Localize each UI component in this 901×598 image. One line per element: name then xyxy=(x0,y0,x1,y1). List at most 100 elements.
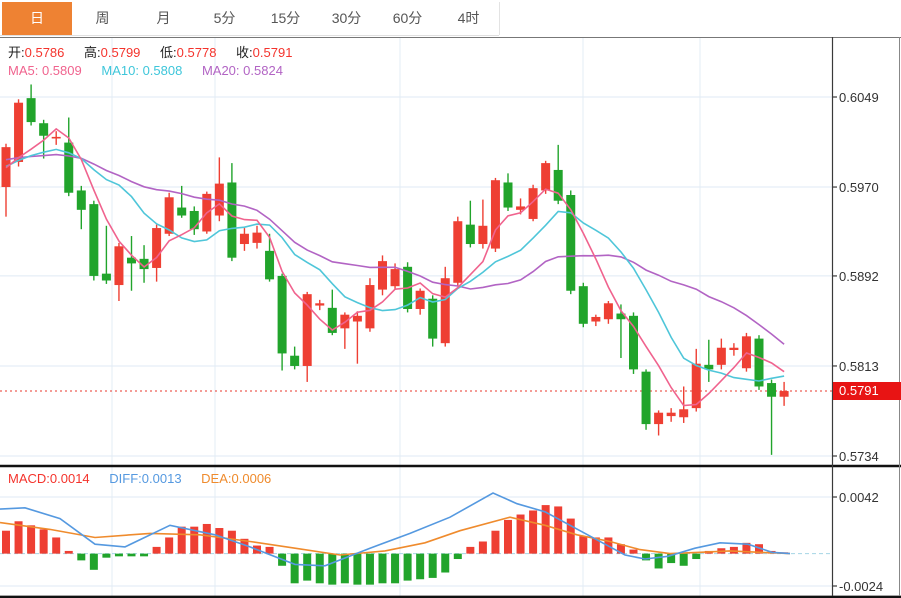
candle-body xyxy=(779,391,789,397)
macd-readout: MACD:0.0014 DIFF:0.0013 DEA:0.0006 xyxy=(8,471,271,486)
price-axis-label: 0.6049 xyxy=(839,90,879,105)
macd-bar xyxy=(152,546,161,554)
candle-body xyxy=(478,225,488,245)
macd-bar xyxy=(102,553,111,558)
candle-body xyxy=(378,261,387,290)
dea-line xyxy=(0,516,791,556)
macd-bar xyxy=(127,553,136,557)
ohlc-readout: 开:0.5786 高:0.5799 低:0.5778 收:0.5791 xyxy=(8,42,292,61)
candle-body xyxy=(541,163,551,191)
price-axis-label: 0.5970 xyxy=(839,180,879,195)
macd-bar xyxy=(403,553,412,581)
macd-bar xyxy=(290,553,299,584)
candle-body xyxy=(189,210,199,230)
macd-bar xyxy=(77,553,86,561)
macd-bar xyxy=(428,553,437,578)
open-label: 开: xyxy=(8,45,25,60)
macd-bar xyxy=(64,550,73,554)
ma20-label: MA20: xyxy=(201,63,240,78)
candle-body xyxy=(265,250,275,280)
candle-body xyxy=(101,273,111,281)
macd-bar xyxy=(629,549,638,554)
candle-body xyxy=(666,412,676,417)
ma-readout: MA5: 0.5809 MA10: 0.5808 MA20: 0.5824 xyxy=(8,63,283,78)
candle-body xyxy=(14,102,24,162)
macd-bar xyxy=(478,541,487,554)
ma20-value: 0.5824 xyxy=(243,63,283,78)
ma10-label: MA10: xyxy=(101,63,139,78)
candle-body xyxy=(89,204,99,276)
candle-body xyxy=(716,347,726,365)
macd-label: MACD: xyxy=(8,471,50,486)
macd-bar xyxy=(692,553,701,560)
price-axis-label: 0.5734 xyxy=(839,449,879,464)
diff-label: DIFF: xyxy=(109,471,142,486)
macd-bar xyxy=(165,537,174,554)
macd-bar xyxy=(27,525,36,554)
macd-bar xyxy=(491,530,500,554)
current-price-badge: 0.5791 xyxy=(833,382,901,400)
candle-body xyxy=(51,136,61,139)
candle-body xyxy=(603,303,613,320)
macd-bar xyxy=(177,526,186,554)
macd-bar xyxy=(52,537,61,554)
candle-body xyxy=(679,409,689,418)
macd-bar xyxy=(378,553,387,584)
high-label: 高: xyxy=(84,45,101,60)
candle-body xyxy=(390,269,400,287)
price-axis-label: 0.5813 xyxy=(839,359,879,374)
candle-body xyxy=(177,207,187,216)
trading-chart-window: 日 周 月 5分 15分 30分 60分 4时 开:0.5786 高:0.579… xyxy=(0,0,901,598)
macd-bar xyxy=(89,553,98,570)
macd-bar xyxy=(328,553,337,585)
candle-body xyxy=(76,190,86,210)
candle-body xyxy=(578,286,588,324)
macd-bar xyxy=(391,553,400,584)
macd-bar xyxy=(679,553,688,566)
macd-bar xyxy=(202,523,211,554)
candle-body xyxy=(227,182,237,258)
ma5-label: MA5: xyxy=(8,63,39,78)
open-value: 0.5786 xyxy=(24,45,65,60)
diff-value: 0.0013 xyxy=(141,471,182,486)
candle-body xyxy=(629,315,638,370)
close-label: 收: xyxy=(236,45,253,60)
macd-bar xyxy=(529,510,538,554)
candle-body xyxy=(440,278,450,344)
candle-body xyxy=(754,338,764,387)
candle-body xyxy=(252,232,262,243)
macd-bar xyxy=(453,553,462,560)
macd-bar xyxy=(315,553,324,584)
candlestick-macd-chart[interactable] xyxy=(0,0,901,598)
candle-body xyxy=(315,303,325,306)
macd-bar xyxy=(441,553,450,573)
dea-label: DEA: xyxy=(201,471,232,486)
macd-bar xyxy=(353,553,362,585)
candle-body xyxy=(277,275,287,354)
macd-bar xyxy=(416,553,425,580)
macd-bar xyxy=(303,553,312,581)
candle-body xyxy=(591,316,601,322)
candle-body xyxy=(39,123,49,136)
price-axis-label: 0.5892 xyxy=(839,269,879,284)
candle-body xyxy=(767,383,777,397)
candle-body xyxy=(64,142,74,193)
macd-axis-label: 0.0042 xyxy=(839,490,879,505)
candle-body xyxy=(428,298,438,339)
macd-bar xyxy=(114,553,123,557)
macd-bar xyxy=(365,553,374,585)
candle-body xyxy=(239,233,249,245)
candle-body xyxy=(152,228,162,268)
candle-body xyxy=(641,371,651,425)
candle-body xyxy=(352,315,362,322)
dea-value: 0.0006 xyxy=(231,471,272,486)
high-value: 0.5799 xyxy=(100,45,141,60)
macd-bar xyxy=(140,553,149,557)
candle-body xyxy=(453,221,463,283)
close-value: 0.5791 xyxy=(252,45,293,60)
candle-body xyxy=(114,246,124,286)
macd-bar xyxy=(2,530,10,554)
candle-body xyxy=(465,224,475,245)
macd-value: 0.0014 xyxy=(49,471,90,486)
macd-bar xyxy=(654,553,663,569)
